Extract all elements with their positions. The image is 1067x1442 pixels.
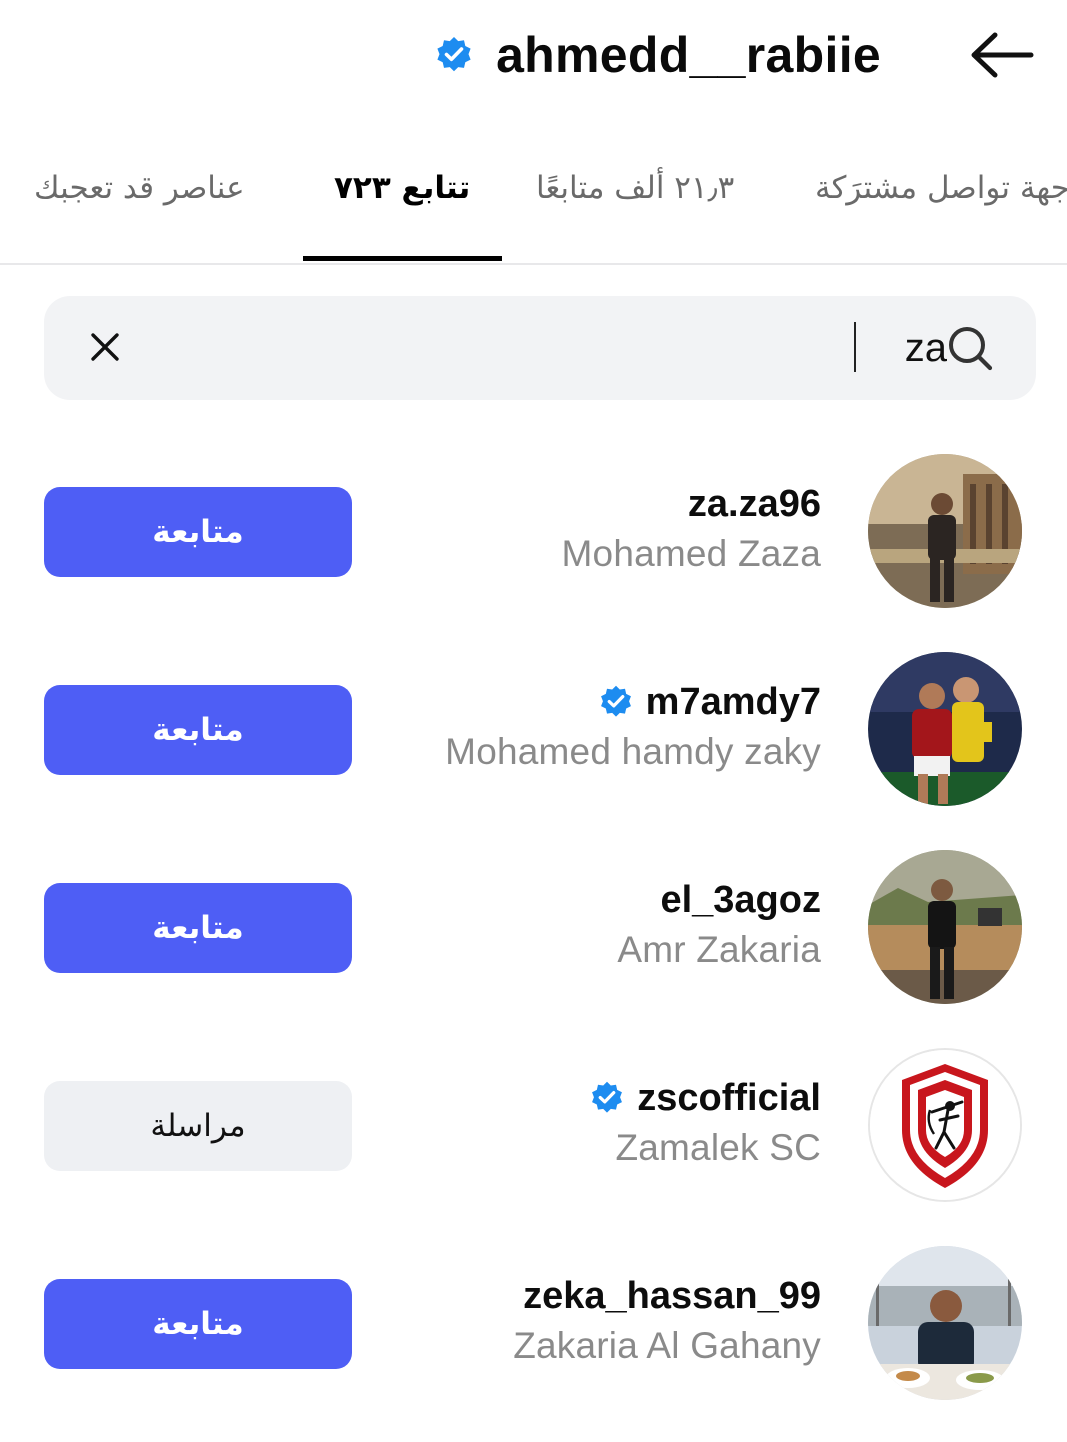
avatar[interactable]	[868, 850, 1022, 1004]
username[interactable]: zeka_hassan_99	[321, 1272, 821, 1320]
follow-button[interactable]: متابعة	[44, 685, 352, 775]
user-names: el_3agoz Amr Zakaria	[321, 876, 821, 974]
tab-bar: عناصر قد تعجبك تتابع ٧٢٣ ٢١٫٣ ألف متابعً…	[0, 140, 1067, 265]
arrow-left-icon	[971, 32, 1034, 78]
full-name: Zamalek SC	[615, 1127, 821, 1168]
list-item[interactable]: za.za96 Mohamed Zaza متابعة	[0, 454, 1067, 614]
clear-search-button[interactable]	[82, 324, 128, 370]
follow-button[interactable]: متابعة	[44, 1279, 352, 1369]
verified-badge-icon	[434, 35, 474, 75]
full-name: Mohamed hamdy zaky	[445, 731, 821, 772]
title-group: ahmedd__rabiie	[434, 22, 881, 88]
text-caret	[854, 322, 856, 372]
verified-badge-icon	[592, 1081, 623, 1113]
list-item[interactable]: el_3agoz Amr Zakaria متابعة	[0, 850, 1067, 1010]
avatar[interactable]	[868, 652, 1022, 806]
tab-followers[interactable]: ٢١٫٣ ألف متابعًا	[536, 170, 734, 206]
avatar[interactable]	[868, 1048, 1022, 1202]
username-text: za.za96	[687, 483, 821, 525]
username-text: zscofficial	[637, 1077, 821, 1119]
tab-suggested[interactable]: عناصر قد تعجبك	[34, 170, 245, 206]
full-name: Zakaria Al Gahany	[513, 1325, 821, 1366]
list-item[interactable]: zeka_hassan_99 Zakaria Al Gahany متابعة	[0, 1246, 1067, 1406]
page-title: ahmedd__rabiie	[496, 27, 881, 83]
close-icon	[91, 333, 119, 361]
profile-header: ahmedd__rabiie	[0, 0, 1067, 115]
user-names: zscofficial Zamalek SC	[321, 1074, 821, 1172]
message-button[interactable]: مراسلة	[44, 1081, 352, 1171]
full-name: Mohamed Zaza	[561, 533, 821, 574]
search-input[interactable]	[134, 320, 949, 376]
follow-button[interactable]: متابعة	[44, 883, 352, 973]
tab-mutual[interactable]: جهة تواصل مشترَكة	[815, 170, 1067, 206]
full-name: Amr Zakaria	[617, 929, 821, 970]
user-names: zeka_hassan_99 Zakaria Al Gahany	[321, 1272, 821, 1370]
username-text: m7amdy7	[645, 681, 821, 723]
tab-following[interactable]: تتابع ٧٢٣	[334, 170, 470, 206]
list-item[interactable]: m7amdy7 Mohamed hamdy zaky متابعة	[0, 652, 1067, 812]
username[interactable]: zscofficial	[321, 1074, 821, 1122]
list-item[interactable]: zscofficial Zamalek SC مراسلة	[0, 1048, 1067, 1208]
username-text: zeka_hassan_99	[523, 1275, 821, 1317]
username[interactable]: m7amdy7	[321, 678, 821, 726]
verified-badge-icon	[600, 685, 631, 717]
active-tab-indicator	[303, 256, 502, 261]
search-icon[interactable]	[944, 322, 996, 374]
user-names: m7amdy7 Mohamed hamdy zaky	[321, 678, 821, 776]
back-button[interactable]	[965, 26, 1039, 84]
avatar[interactable]	[868, 454, 1022, 608]
username-text: el_3agoz	[660, 879, 821, 921]
avatar[interactable]	[868, 1246, 1022, 1400]
follow-button[interactable]: متابعة	[44, 487, 352, 577]
user-names: za.za96 Mohamed Zaza	[321, 480, 821, 578]
username[interactable]: el_3agoz	[321, 876, 821, 924]
username[interactable]: za.za96	[321, 480, 821, 528]
